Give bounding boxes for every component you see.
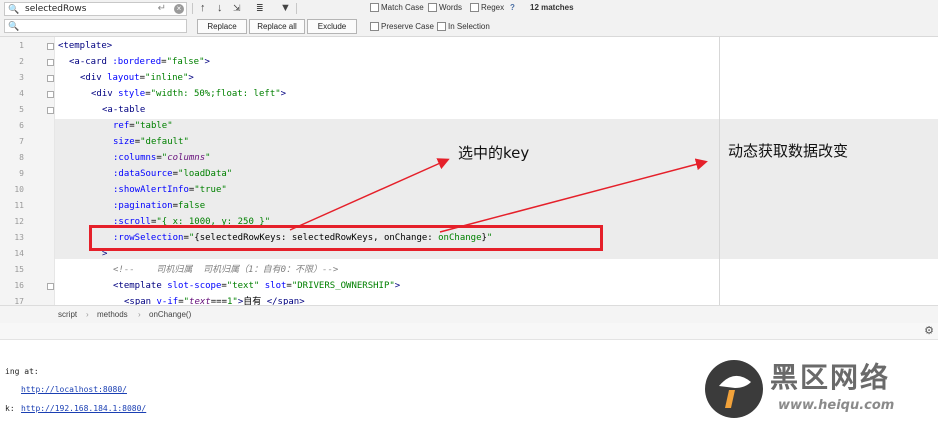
- arrow-to-selected-key: [289, 158, 450, 231]
- watermark-url: www.heiqu.com: [778, 398, 895, 413]
- watermark-logo-icon: [705, 360, 763, 418]
- watermark-title: 黑区网络: [770, 361, 891, 394]
- arrow-to-dynamic-change: [439, 158, 708, 233]
- annotation-selected-key: 选中的key: [458, 144, 530, 162]
- annotation-dynamic-change: 动态获取数据改变: [728, 142, 849, 160]
